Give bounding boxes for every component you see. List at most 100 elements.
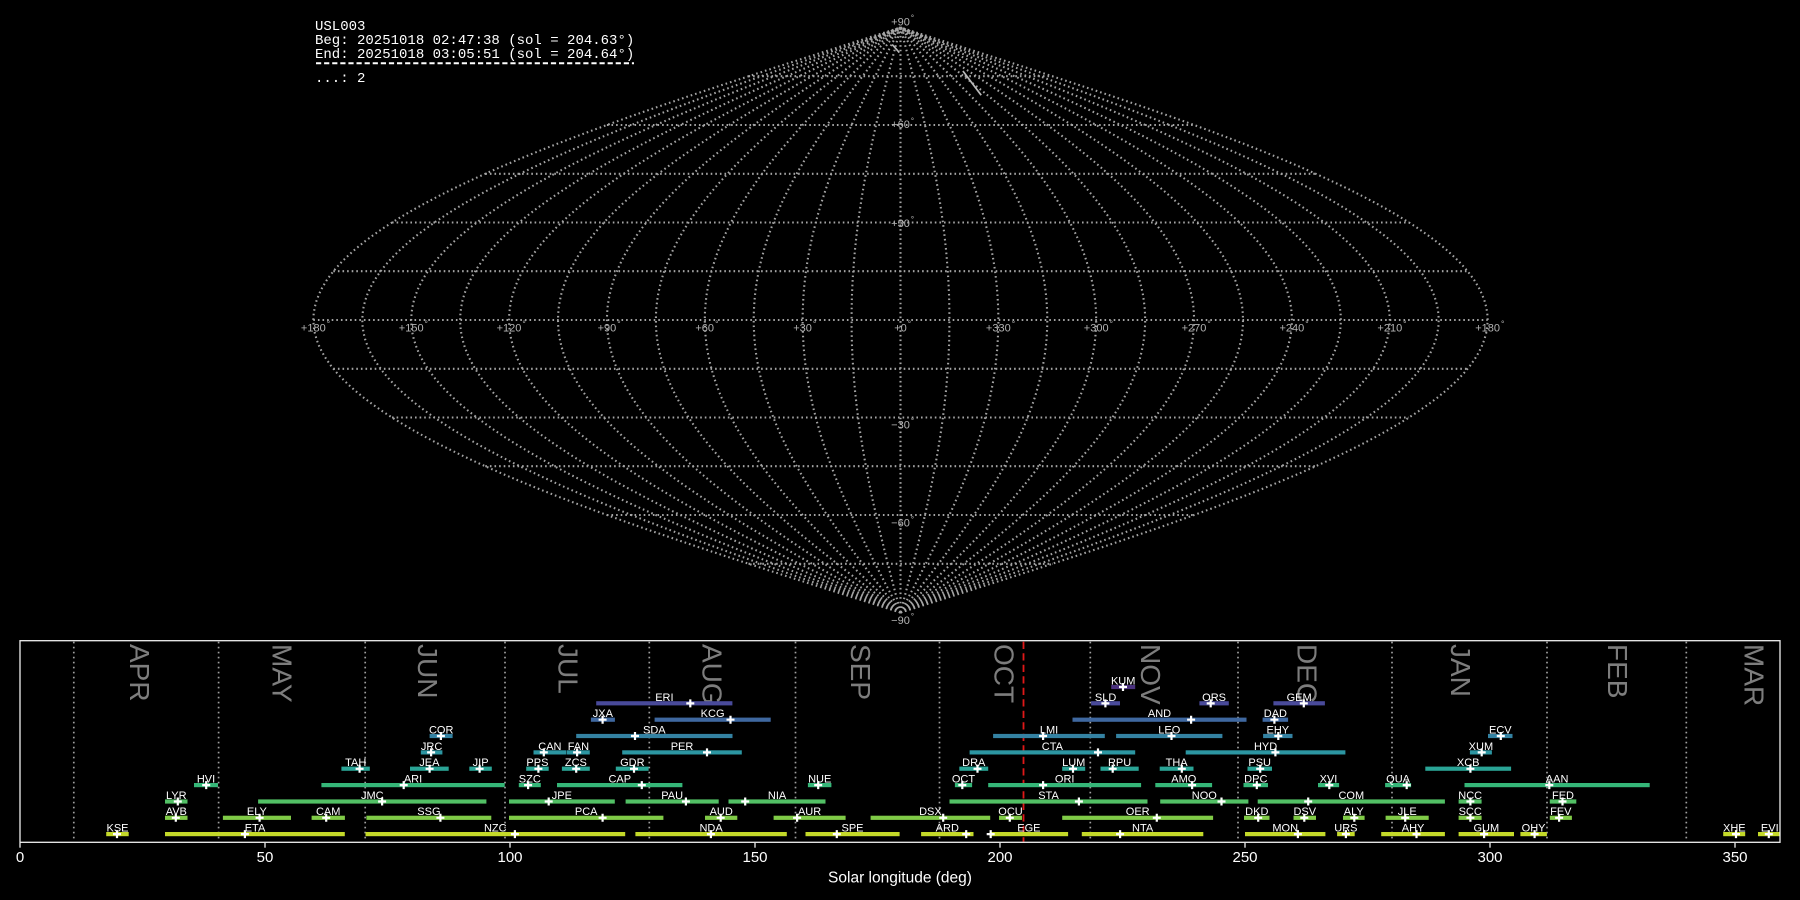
svg-text:NTA: NTA — [1132, 823, 1154, 835]
svg-text:+120: +120 — [497, 322, 522, 334]
svg-text:JXA: JXA — [593, 708, 614, 720]
svg-text:°: ° — [425, 319, 428, 329]
svg-text:COR: COR — [429, 724, 454, 736]
svg-text:°: ° — [1207, 319, 1210, 329]
svg-text:°: ° — [1501, 319, 1504, 329]
svg-text:PSU: PSU — [1248, 757, 1271, 769]
svg-text:EHY: EHY — [1266, 724, 1289, 736]
svg-text:DAD: DAD — [1264, 708, 1287, 720]
svg-text:+30: +30 — [891, 218, 910, 230]
svg-text:DKD: DKD — [1245, 806, 1268, 818]
svg-text:OER: OER — [1126, 806, 1150, 818]
svg-text:FED: FED — [1552, 790, 1574, 802]
svg-text:KSE: KSE — [106, 823, 128, 835]
svg-text:PER: PER — [671, 741, 694, 753]
svg-text:JLE: JLE — [1398, 806, 1417, 818]
svg-text:GUM: GUM — [1473, 823, 1499, 835]
svg-text:HYD: HYD — [1254, 741, 1277, 753]
svg-text:ORI: ORI — [1055, 774, 1075, 786]
svg-text:JEA: JEA — [419, 757, 440, 769]
svg-text:0: 0 — [16, 849, 24, 866]
svg-text:°: ° — [1403, 319, 1406, 329]
svg-text:EVI: EVI — [1761, 823, 1779, 835]
svg-text:300: 300 — [1477, 849, 1502, 866]
svg-text:COM: COM — [1338, 790, 1364, 802]
svg-text:°: ° — [1305, 319, 1308, 329]
svg-text:°: ° — [911, 611, 914, 621]
svg-text:JUN: JUN — [412, 644, 443, 698]
svg-text:°: ° — [715, 319, 718, 329]
svg-text:NOO: NOO — [1192, 790, 1218, 802]
svg-text:NZC: NZC — [484, 823, 507, 835]
svg-text:SPE: SPE — [841, 823, 863, 835]
svg-text:−30: −30 — [891, 419, 910, 431]
svg-text:LYR: LYR — [166, 790, 187, 802]
svg-text:250: 250 — [1232, 849, 1257, 866]
svg-text:ELY: ELY — [247, 806, 268, 818]
svg-text:ZCS: ZCS — [565, 757, 587, 769]
svg-text:FAN: FAN — [568, 741, 589, 753]
svg-text:DSV: DSV — [1293, 806, 1316, 818]
svg-text:XHE: XHE — [1723, 823, 1746, 835]
svg-text:KUM: KUM — [1111, 675, 1135, 687]
svg-text:350: 350 — [1722, 849, 1747, 866]
svg-text:ERI: ERI — [655, 692, 673, 704]
svg-text:XVI: XVI — [1320, 774, 1338, 786]
svg-text:150: 150 — [742, 849, 767, 866]
svg-text:ECV: ECV — [1489, 724, 1512, 736]
svg-text:°: ° — [327, 319, 330, 329]
svg-text:+90: +90 — [891, 17, 910, 29]
svg-text:SSG: SSG — [417, 806, 440, 818]
svg-text:+210: +210 — [1377, 322, 1402, 334]
svg-text:MON: MON — [1272, 823, 1298, 835]
svg-text:CAP: CAP — [608, 774, 631, 786]
svg-text:CTA: CTA — [1042, 741, 1064, 753]
svg-text:AVB: AVB — [166, 806, 187, 818]
svg-text:+30: +30 — [793, 322, 812, 334]
svg-text:PCA: PCA — [575, 806, 598, 818]
svg-text:SLD: SLD — [1095, 692, 1116, 704]
svg-text:ARI: ARI — [404, 774, 422, 786]
svg-text:LMI: LMI — [1040, 724, 1058, 736]
svg-text:JRC: JRC — [421, 741, 442, 753]
svg-text:NCC: NCC — [1458, 790, 1482, 802]
svg-text:SDA: SDA — [643, 724, 666, 736]
svg-text:NDA: NDA — [699, 823, 723, 835]
svg-text:End: 20251018 03:05:51 (sol =: End: 20251018 03:05:51 (sol = 204.64°) — [315, 47, 634, 63]
svg-text:AUG: AUG — [696, 644, 727, 705]
svg-text:°: ° — [911, 115, 914, 125]
svg-text:TAH: TAH — [345, 757, 366, 769]
svg-text:PPS: PPS — [526, 757, 548, 769]
svg-text:OCT: OCT — [952, 774, 976, 786]
svg-text:MAR: MAR — [1739, 644, 1770, 706]
svg-text:+60: +60 — [891, 119, 910, 131]
svg-text:+180: +180 — [1475, 322, 1500, 334]
svg-text:SZC: SZC — [519, 774, 541, 786]
svg-text:SCC: SCC — [1459, 806, 1482, 818]
svg-text:+300: +300 — [1084, 322, 1109, 334]
svg-text:RPU: RPU — [1108, 757, 1131, 769]
svg-text:50: 50 — [257, 849, 274, 866]
svg-text:ETA: ETA — [245, 823, 266, 835]
svg-text:XUM: XUM — [1469, 741, 1493, 753]
svg-text:JUL: JUL — [552, 644, 583, 694]
svg-text:LEO: LEO — [1158, 724, 1180, 736]
svg-text:THA: THA — [1166, 757, 1189, 769]
svg-text:°: ° — [911, 416, 914, 426]
svg-text:+60: +60 — [695, 322, 714, 334]
svg-text:XCB: XCB — [1457, 757, 1480, 769]
svg-text:−60: −60 — [891, 518, 910, 530]
svg-text:+240: +240 — [1280, 322, 1305, 334]
svg-text:°: ° — [908, 319, 911, 329]
svg-text:+150: +150 — [399, 322, 424, 334]
svg-text:EGE: EGE — [1017, 823, 1040, 835]
svg-text:OCU: OCU — [998, 806, 1023, 818]
svg-text:+270: +270 — [1182, 322, 1207, 334]
svg-text:°: ° — [911, 214, 914, 224]
svg-text:AMO: AMO — [1171, 774, 1197, 786]
svg-text:CAN: CAN — [538, 741, 561, 753]
svg-text:AAN: AAN — [1546, 774, 1569, 786]
svg-text:KCG: KCG — [701, 708, 725, 720]
svg-text:°: ° — [522, 319, 525, 329]
svg-text:NUE: NUE — [808, 774, 831, 786]
